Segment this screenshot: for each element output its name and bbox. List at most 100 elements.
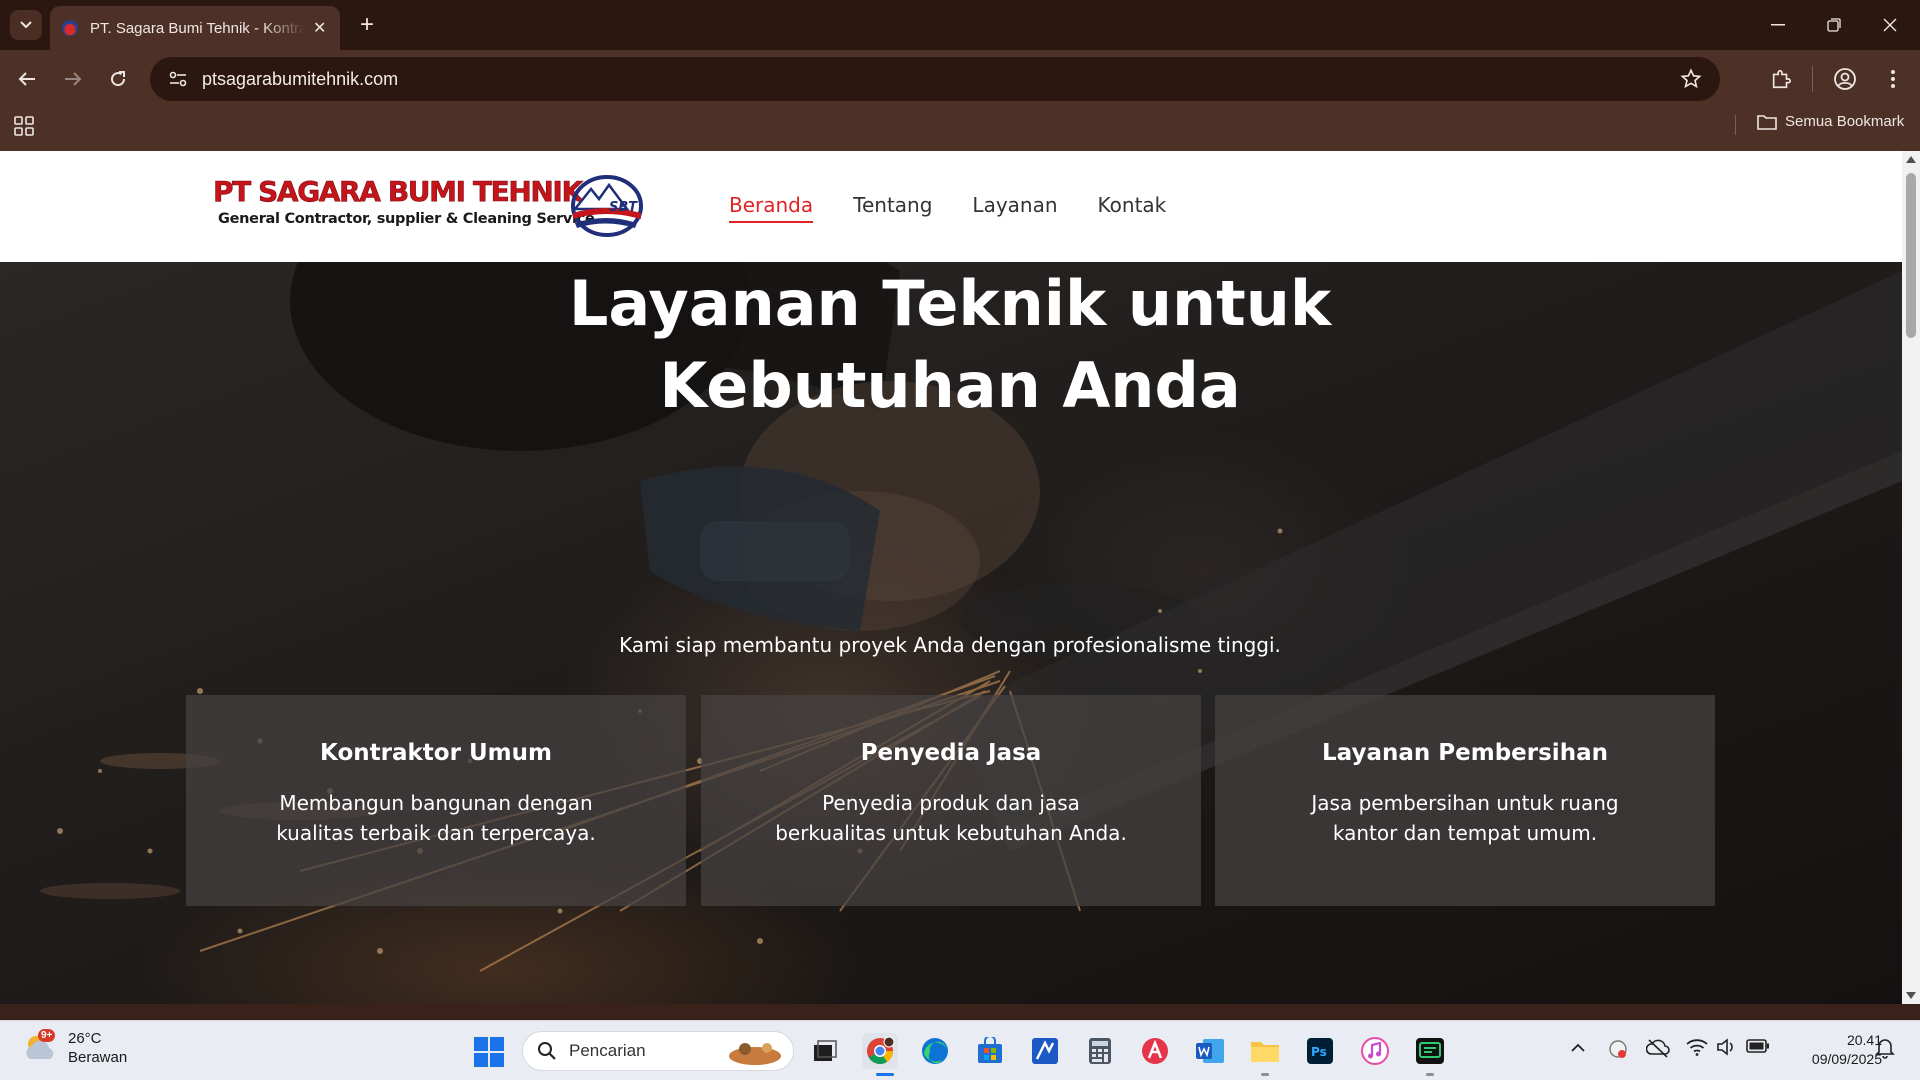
scroll-down-icon[interactable] bbox=[1906, 992, 1916, 999]
hero-title-line2: Kebutuhan Anda bbox=[659, 349, 1241, 422]
windows-logo-icon bbox=[474, 1037, 504, 1067]
volume-icon[interactable] bbox=[1716, 1038, 1738, 1061]
scrollbar-thumb[interactable] bbox=[1906, 173, 1916, 338]
bookmark-star-icon[interactable] bbox=[1680, 68, 1702, 95]
notifications-icon[interactable] bbox=[1875, 1037, 1895, 1064]
address-bar[interactable]: ptsagarabumitehnik.com bbox=[150, 57, 1720, 101]
vpn-app-icon[interactable] bbox=[1027, 1033, 1063, 1069]
cloud-sun-icon: 9+ bbox=[22, 1029, 58, 1065]
search-icon bbox=[538, 1042, 556, 1060]
logo-company-name: PT SAGARA BUMI TEHNIK bbox=[213, 175, 584, 209]
anydesk-icon[interactable] bbox=[1137, 1033, 1173, 1069]
clock-date: 09/09/2025 bbox=[1811, 1051, 1882, 1067]
start-button[interactable] bbox=[474, 1037, 504, 1072]
itunes-icon[interactable] bbox=[1357, 1033, 1393, 1069]
search-highlight-icon bbox=[729, 1043, 781, 1065]
terminal-app-icon[interactable] bbox=[1412, 1033, 1448, 1069]
service-card-kontraktor: Kontraktor Umum Membangun bangunan denga… bbox=[186, 695, 686, 906]
nav-link-tentang[interactable]: Tentang bbox=[853, 193, 932, 223]
chrome-icon[interactable] bbox=[862, 1033, 898, 1069]
minimize-button[interactable] bbox=[1750, 0, 1806, 50]
page-scrollbar[interactable] bbox=[1902, 151, 1920, 1004]
service-card-title: Kontraktor Umum bbox=[320, 740, 552, 766]
main-nav: Beranda Tentang Layanan Kontak bbox=[729, 193, 1166, 223]
service-card-pembersihan: Layanan Pembersihan Jasa pembersihan unt… bbox=[1215, 695, 1715, 906]
logo-emblem-text: SBT bbox=[609, 200, 638, 215]
menu-button[interactable] bbox=[1876, 62, 1910, 96]
search-placeholder: Pencarian bbox=[569, 1041, 646, 1060]
service-card-title: Penyedia Jasa bbox=[860, 740, 1042, 766]
forward-button[interactable] bbox=[56, 62, 90, 96]
minimize-icon bbox=[1771, 24, 1785, 26]
nav-link-beranda[interactable]: Beranda bbox=[729, 193, 814, 223]
clock-time: 20.41 bbox=[1846, 1032, 1882, 1048]
restore-icon bbox=[1827, 18, 1841, 32]
active-tab[interactable]: PT. Sagara Bumi Tehnik - Kontraktor ✕ bbox=[50, 6, 340, 50]
site-favicon-icon bbox=[62, 20, 78, 36]
sbt-emblem-icon: SBT bbox=[571, 175, 643, 237]
scroll-up-icon[interactable] bbox=[1906, 156, 1916, 163]
site-info-icon[interactable] bbox=[164, 65, 192, 93]
new-tab-button[interactable]: + bbox=[352, 10, 382, 40]
tray-app-icon[interactable] bbox=[1608, 1038, 1628, 1065]
word-icon[interactable] bbox=[1192, 1033, 1228, 1069]
weather-badge: 9+ bbox=[38, 1029, 56, 1042]
extensions-button[interactable] bbox=[1764, 62, 1798, 96]
nav-link-layanan[interactable]: Layanan bbox=[972, 193, 1057, 223]
close-window-button[interactable] bbox=[1862, 0, 1918, 50]
taskbar: 9+ 26°C Berawan Pencarian Ps 20.41 09/09… bbox=[0, 1020, 1920, 1080]
tray-overflow-icon[interactable] bbox=[1570, 1041, 1586, 1059]
bookmarks-bar bbox=[0, 108, 1920, 151]
battery-icon[interactable] bbox=[1746, 1039, 1770, 1058]
weather-desc: Berawan bbox=[68, 1049, 128, 1066]
hero-section: Layanan Teknik untuk Kebutuhan Anda Kami… bbox=[0, 151, 1902, 1004]
all-bookmarks-label: Semua Bookmark bbox=[1785, 113, 1905, 130]
arrow-right-icon bbox=[65, 72, 82, 86]
edge-icon[interactable] bbox=[917, 1033, 953, 1069]
service-card-desc: Penyedia produk dan jasa berkualitas unt… bbox=[775, 791, 1127, 845]
hero-title-line1: Layanan Teknik untuk bbox=[568, 267, 1332, 340]
microsoft-store-icon[interactable] bbox=[972, 1033, 1008, 1069]
profile-icon bbox=[1834, 68, 1856, 90]
all-bookmarks-button[interactable]: Semua Bookmark bbox=[1757, 113, 1904, 130]
explorer-indicator bbox=[1261, 1073, 1269, 1076]
reload-icon bbox=[111, 71, 126, 87]
puzzle-icon bbox=[1772, 69, 1791, 89]
onedrive-offline-icon[interactable] bbox=[1645, 1038, 1670, 1063]
site-header: PT SAGARA BUMI TEHNIK General Contractor… bbox=[0, 151, 1902, 262]
url-text: ptsagarabumitehnik.com bbox=[202, 68, 399, 89]
nav-link-kontak[interactable]: Kontak bbox=[1098, 193, 1167, 223]
apps-grid-icon[interactable] bbox=[14, 116, 34, 141]
service-card-desc: Jasa pembersihan untuk ruang kantor dan … bbox=[1311, 791, 1619, 845]
close-icon bbox=[1883, 18, 1897, 32]
service-card-title: Layanan Pembersihan bbox=[1322, 740, 1608, 766]
taskbar-search[interactable]: Pencarian bbox=[522, 1031, 794, 1071]
weather-widget[interactable]: 9+ 26°C Berawan bbox=[22, 1029, 127, 1067]
more-vert-icon bbox=[1891, 70, 1895, 88]
back-button[interactable] bbox=[10, 62, 44, 96]
tab-strip: PT. Sagara Bumi Tehnik - Kontraktor ✕ + bbox=[0, 0, 1920, 50]
calculator-icon[interactable] bbox=[1082, 1033, 1118, 1069]
browser-toolbar: ptsagarabumitehnik.com bbox=[0, 50, 1920, 108]
profile-button[interactable] bbox=[1828, 62, 1862, 96]
reload-button[interactable] bbox=[101, 62, 135, 96]
photoshop-icon[interactable]: Ps bbox=[1302, 1033, 1338, 1069]
company-logo[interactable]: PT SAGARA BUMI TEHNIK General Contractor… bbox=[213, 173, 643, 243]
tab-search-button[interactable] bbox=[10, 10, 42, 40]
tab-close-icon[interactable]: ✕ bbox=[313, 18, 326, 38]
bookmarks-divider bbox=[1735, 115, 1736, 135]
folder-icon bbox=[1757, 114, 1777, 130]
svg-text:Ps: Ps bbox=[1311, 1045, 1327, 1059]
toolbar-divider bbox=[1812, 66, 1813, 92]
terminal-indicator bbox=[1426, 1073, 1434, 1076]
task-view-icon[interactable] bbox=[807, 1033, 843, 1069]
file-explorer-icon[interactable] bbox=[1247, 1033, 1283, 1069]
hero-title: Layanan Teknik untuk Kebutuhan Anda bbox=[500, 263, 1400, 427]
wifi-icon[interactable] bbox=[1686, 1038, 1708, 1061]
service-card-penyedia: Penyedia Jasa Penyedia produk dan jasa b… bbox=[701, 695, 1201, 906]
chevron-down-icon bbox=[20, 21, 32, 29]
logo-tagline: General Contractor, supplier & Cleaning … bbox=[218, 211, 595, 227]
hero-subtitle: Kami siap membantu proyek Anda dengan pr… bbox=[619, 633, 1281, 657]
clock[interactable]: 20.41 09/09/2025 bbox=[1776, 1031, 1882, 1069]
restore-button[interactable] bbox=[1806, 0, 1862, 50]
